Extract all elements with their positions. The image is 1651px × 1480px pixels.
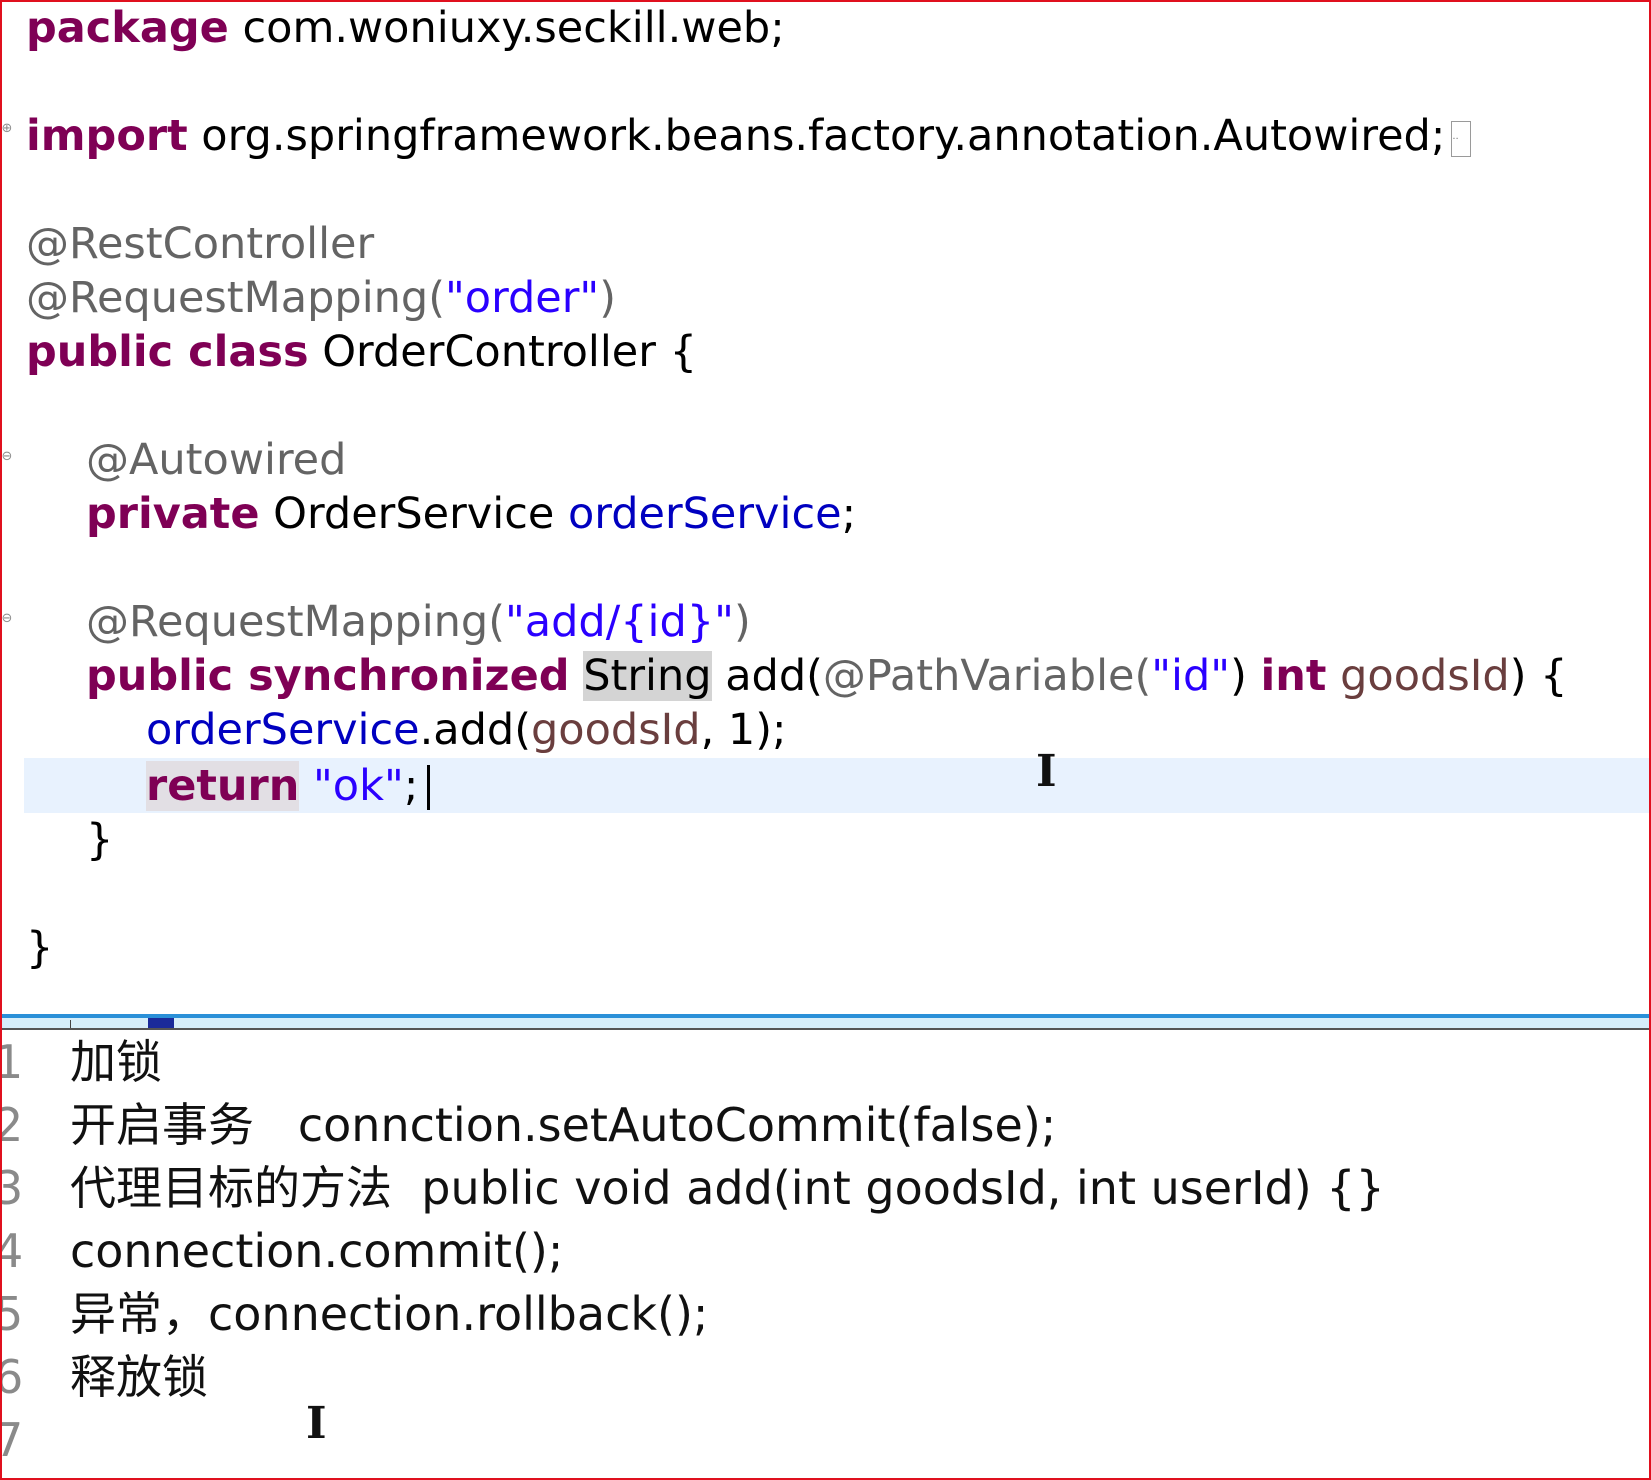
divider-marker [148,1018,174,1028]
keyword-int: int [1260,651,1327,701]
call-add: .add( [419,705,531,755]
fold-autowired-icon[interactable]: ⊖ [2,450,14,464]
note-text: 释放锁 [70,1350,208,1404]
keyword-private: private [86,489,260,539]
return-type-string: String [583,651,712,701]
method-name-add: add( [711,651,823,701]
line-number: 3 [2,1156,24,1220]
expand-imports-icon[interactable]: ⊕ [2,122,14,136]
string-id: "id" [1151,651,1231,701]
text-caret [427,765,430,810]
call-end: , 1); [700,705,787,755]
screenshot-frame: package com.woniuxy.seckill.web; ⊕ impor… [0,0,1651,1480]
code-line-service-call: orderService.add(goodsId, 1); [146,704,787,756]
code-line-package: package com.woniuxy.seckill.web; [26,2,785,54]
line-number: 4 [2,1219,24,1283]
code-line-request-mapping-add: @RequestMapping("add/{id}") [86,596,751,648]
keyword-public-synchronized: public synchronized [86,651,570,701]
string-order: "order" [444,273,600,323]
code-line-import: import org.springframework.beans.factory… [26,110,1472,162]
note-text: 异常，connection.rollback(); [70,1287,709,1341]
import-path: org.springframework.beans.factory.annota… [187,111,1446,161]
annotation-request-mapping-add: @RequestMapping( [86,597,505,647]
code-line-method-signature: public synchronized String add(@PathVari… [86,650,1568,702]
keyword-import: import [26,111,188,161]
pane-divider-shade [2,1018,1649,1028]
string-add-id: "add/{id}" [504,597,734,647]
annotation-rest-controller: @RestController [26,219,375,269]
line-number: 7 [2,1408,24,1472]
line-number: 1 [2,1030,24,1094]
code-line-class-declaration: public class OrderController { [26,326,697,378]
string-ok: "ok" [313,761,404,811]
annotation-close: ) [599,273,616,323]
note-text: 加锁 [70,1035,162,1089]
ibeam-cursor-icon: I [306,1398,327,1449]
collapsed-imports-icon[interactable]: .. [1451,120,1472,157]
ibeam-cursor-icon: I [1036,746,1057,797]
field-type: OrderService [259,489,568,539]
line-number: 6 [2,1345,24,1409]
field-order-service: orderService [567,489,842,539]
package-name: com.woniuxy.seckill.web; [228,3,785,53]
parameter-goods-id: goodsId [1326,651,1510,701]
method-close-brace: } [86,815,114,865]
annotation-autowired: @Autowired [86,435,347,485]
method-open-brace: ) { [1509,651,1568,701]
note-text: 开启事务 connction.setAutoCommit(false); [70,1098,1057,1152]
code-line-return: return "ok"; [146,760,418,812]
annotation-close-add: ) [733,597,751,647]
semicolon-return: ; [403,761,419,811]
fold-method-icon[interactable]: ⊖ [2,612,14,626]
note-text: 代理目标的方法 public void add(int goodsId, int… [70,1161,1385,1215]
argument-goods-id: goodsId [530,705,701,755]
keyword-return: return [146,761,300,811]
notes-editor[interactable]: 1 加锁 2 开启事务 connction.setAutoCommit(false)… [2,1030,1649,1478]
field-order-service-ref: orderService [146,705,420,755]
note-text: connection.commit(); [70,1224,564,1278]
annotation-request-mapping: @RequestMapping( [26,273,445,323]
divider-tick [70,1020,71,1028]
code-line-request-mapping-order: @RequestMapping("order") [26,272,616,324]
keyword-package: package [26,3,229,53]
keyword-public-class: public class [26,327,309,377]
java-code-editor[interactable]: package com.woniuxy.seckill.web; ⊕ impor… [2,2,1649,1014]
line-number: 5 [2,1282,24,1346]
paren-close: ) [1230,651,1261,701]
semicolon: ; [841,489,857,539]
class-close-brace: } [26,923,54,973]
line-number: 2 [2,1093,24,1157]
annotation-path-variable: @PathVariable( [822,651,1152,701]
class-name: OrderController { [308,327,697,377]
code-line-field-declaration: private OrderService orderService; [86,488,856,540]
